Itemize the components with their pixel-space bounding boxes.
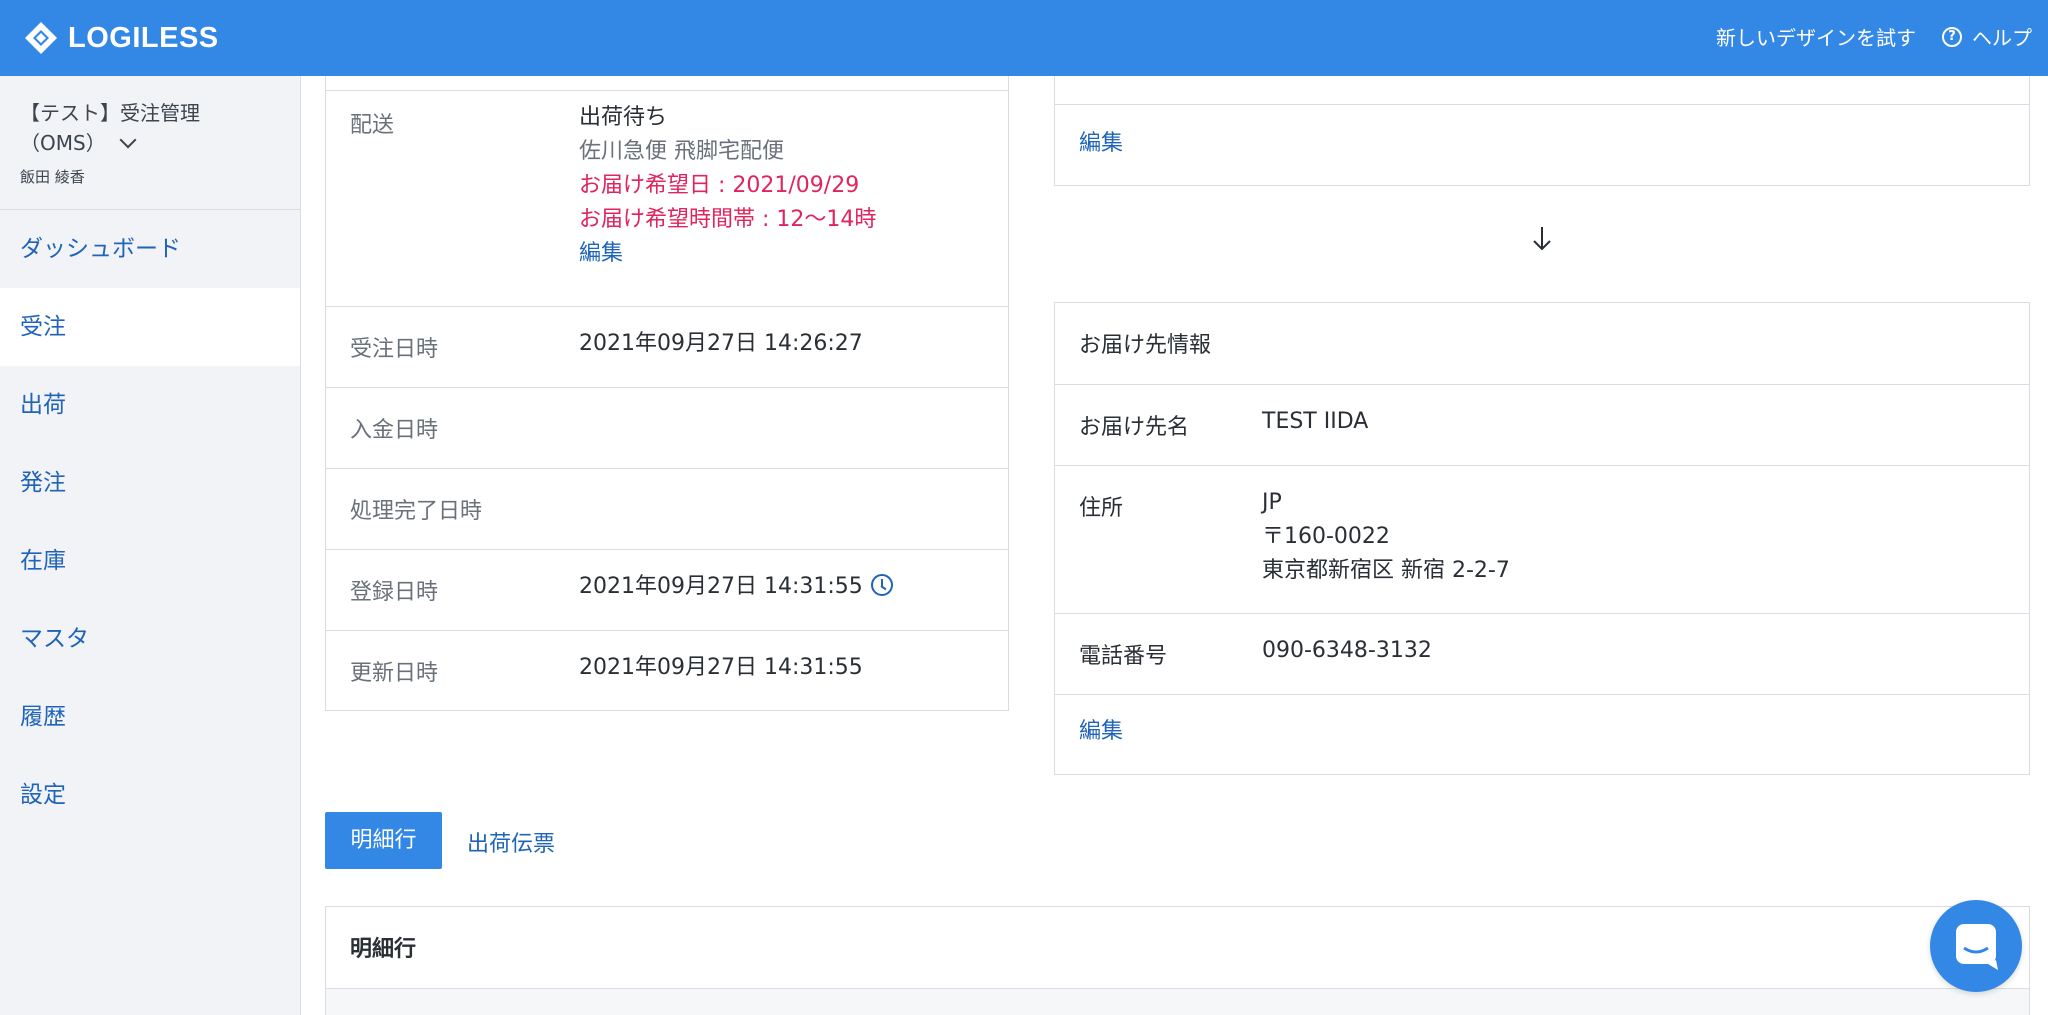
delivery-label: 配送 (350, 113, 395, 138)
completed-date-row: 処理完了日時 (326, 468, 1008, 549)
recipient-name-label: お届け先名 (1079, 415, 1190, 440)
line-items-card: 明細行 (325, 906, 2030, 1015)
updated-date-label: 更新日時 (350, 661, 439, 686)
phone-label: 電話番号 (1079, 644, 1168, 669)
workspace-suffix: （OMS） (20, 131, 106, 155)
recipient-title: お届け先情報 (1079, 333, 1212, 358)
recipient-name-value: TEST IIDA (1262, 409, 1369, 434)
recipient-name-row: お届け先名 TEST IIDA (1055, 384, 2029, 465)
recipient-edit-row: 編集 (1055, 694, 2029, 775)
top-header: LOGILESS 新しいデザインを試す ? ヘルプ (0, 0, 2048, 76)
logiless-logo[interactable]: LOGILESS (24, 18, 219, 58)
recipient-edit-link[interactable]: 編集 (1079, 715, 1123, 749)
address-line: 東京都新宿区 新宿 2-2-7 (1262, 558, 1510, 583)
brand-name: LOGILESS (68, 21, 219, 54)
tab-line-items[interactable]: 明細行 (325, 812, 442, 869)
address-label: 住所 (1079, 496, 1124, 521)
recipient-address-row: 住所 JP 〒160-0022 東京都新宿区 新宿 2-2-7 (1055, 465, 2029, 613)
sidebar-item-shipping[interactable]: 出荷 (0, 366, 300, 444)
arrow-down-icon (1533, 227, 1551, 251)
help-icon: ? (1942, 26, 1962, 47)
line-items-header-row: 明細行 (326, 907, 2029, 988)
top-right-divider: 編集 (1055, 104, 2029, 186)
order-date-value: 2021年09月27日 14:26:27 (579, 331, 863, 356)
sidebar-nav: ダッシュボード 受注 出荷 発注 在庫 マスタ 履歴 設定 (0, 210, 300, 834)
registered-date-row: 登録日時 2021年09月27日 14:31:55 (326, 549, 1008, 630)
line-items-title: 明細行 (350, 937, 417, 962)
sidebar-item-inventory[interactable]: 在庫 (0, 522, 300, 600)
delivery-edit-link[interactable]: 編集 (579, 237, 876, 271)
delivery-row: 配送 出荷待ち 佐川急便 飛脚宅配便 お届け希望日 : 2021/09/29 お… (326, 90, 1008, 306)
top-right-edit-link[interactable]: 編集 (1079, 127, 1123, 161)
recipient-phone-row: 電話番号 090-6348-3132 (1055, 613, 2029, 694)
sidebar-item-orders[interactable]: 受注 (0, 288, 300, 366)
completed-date-label: 処理完了日時 (350, 499, 483, 524)
clock-icon[interactable] (870, 574, 893, 596)
sidebar-item-master[interactable]: マスタ (0, 600, 300, 678)
recipient-header-row: お届け先情報 (1055, 303, 2029, 384)
desired-date: お届け希望日 : 2021/09/29 (579, 173, 860, 198)
workspace-name: 【テスト】受注管理 (20, 101, 200, 125)
desired-time: お届け希望時間帯 : 12〜14時 (579, 207, 877, 232)
updated-date-value: 2021年09月27日 14:31:55 (579, 655, 863, 680)
sidebar-item-settings[interactable]: 設定 (0, 756, 300, 834)
recipient-card: お届け先情報 お届け先名 TEST IIDA 住所 JP 〒160-0022 東… (1054, 302, 2030, 775)
registered-date-label: 登録日時 (350, 580, 439, 605)
chat-launcher-button[interactable] (1930, 900, 2022, 992)
user-name: 飯田 綾香 (20, 168, 85, 186)
address-zip: 〒160-0022 (1262, 524, 1390, 549)
tab-shipping-slip[interactable]: 出荷伝票 (467, 826, 555, 858)
order-date-label: 受注日時 (350, 337, 439, 362)
chat-icon (1956, 924, 1998, 970)
sidebar-item-dashboard[interactable]: ダッシュボード (0, 210, 300, 288)
try-new-design-link[interactable]: 新しいデザインを試す (1716, 22, 1916, 51)
help-link[interactable]: ? ヘルプ (1942, 22, 2032, 51)
shipping-status: 出荷待ち (579, 105, 668, 130)
logo-mark-icon (25, 22, 57, 54)
carrier-name: 佐川急便 飛脚宅配便 (579, 139, 784, 164)
registered-date-value: 2021年09月27日 14:31:55 (579, 574, 863, 599)
payment-date-row: 入金日時 (326, 387, 1008, 468)
order-date-row: 受注日時 2021年09月27日 14:26:27 (326, 306, 1008, 387)
phone-value: 090-6348-3132 (1262, 638, 1432, 663)
chevron-down-icon[interactable] (119, 131, 137, 149)
sidebar: 【テスト】受注管理 （OMS） 飯田 綾香 ダッシュボード 受注 出荷 発注 在… (0, 76, 301, 1015)
sidebar-item-purchase[interactable]: 発注 (0, 444, 300, 522)
order-detail-table: 配送 出荷待ち 佐川急便 飛脚宅配便 お届け希望日 : 2021/09/29 お… (325, 76, 1009, 711)
line-items-subheader (326, 988, 2029, 1015)
sidebar-item-history[interactable]: 履歴 (0, 678, 300, 756)
help-label: ヘルプ (1972, 26, 2032, 50)
workspace-switcher[interactable]: 【テスト】受注管理 （OMS） 飯田 綾香 (20, 98, 280, 187)
top-right-card: 編集 (1054, 76, 2030, 186)
updated-date-row: 更新日時 2021年09月27日 14:31:55 (326, 630, 1008, 711)
payment-date-label: 入金日時 (350, 418, 439, 443)
address-country: JP (1262, 490, 1282, 515)
